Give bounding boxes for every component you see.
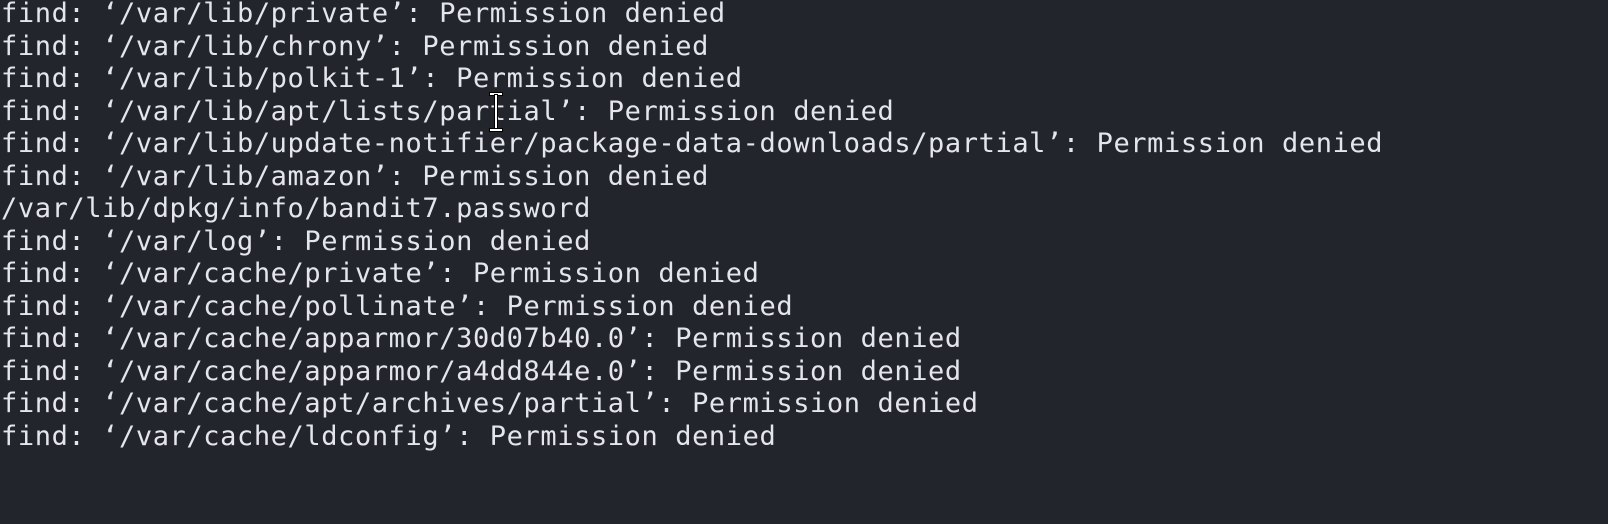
terminal-line: find: ‘/var/cache/ldconfig’: Permission … <box>1 420 777 452</box>
cursor-cap-bottom <box>490 129 502 131</box>
terminal-output[interactable]: find: ‘/var/lib/private’: Permission den… <box>0 0 1608 524</box>
cursor-stem <box>495 95 497 129</box>
text-cursor-ibeam-icon <box>488 92 504 132</box>
terminal-line: find: ‘/var/lib/update-notifier/package-… <box>1 128 1384 159</box>
